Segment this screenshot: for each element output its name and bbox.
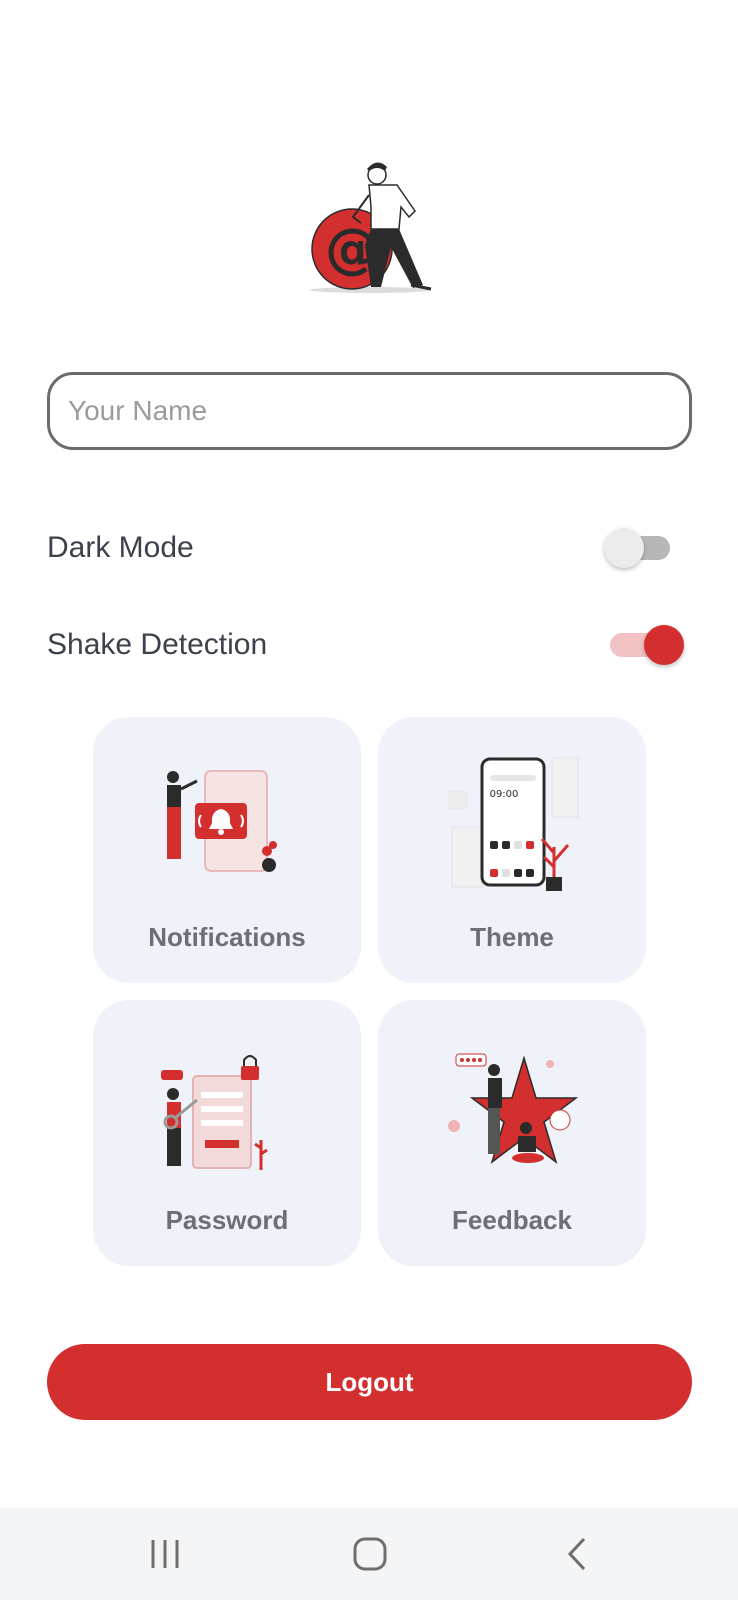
password-label: Password: [165, 1205, 289, 1235]
name-input[interactable]: [68, 395, 671, 427]
email-illustration: @: [310, 162, 432, 293]
theme-label: Theme: [470, 922, 554, 952]
shake-detection-toggle[interactable]: [604, 623, 684, 667]
password-illustration: [161, 1055, 268, 1170]
settings-screen: @ Dark Mode Shake Detection: [0, 0, 738, 1600]
feedback-illustration: [448, 1053, 579, 1164]
theme-illustration: 09:00: [448, 757, 579, 891]
dark-mode-label: Dark Mode: [47, 531, 194, 564]
theme-card[interactable]: 09:00 Theme: [378, 717, 646, 983]
feedback-label: Feedback: [452, 1205, 572, 1235]
shake-detection-row: Shake Detection: [47, 615, 692, 675]
dark-mode-row: Dark Mode: [47, 518, 692, 578]
shake-detection-label: Shake Detection: [47, 628, 268, 661]
name-field[interactable]: [47, 372, 692, 450]
system-navigation-bar: [0, 1508, 738, 1600]
feedback-card[interactable]: Feedback: [378, 1000, 646, 1266]
notifications-card[interactable]: Notifications: [93, 717, 361, 983]
home-icon[interactable]: [345, 1534, 395, 1574]
dark-mode-toggle[interactable]: [604, 526, 670, 570]
settings-grid: Notifications 09:00 Theme Password Feedb…: [93, 717, 646, 1267]
notifications-label: Notifications: [148, 922, 306, 952]
logout-button[interactable]: Logout: [47, 1344, 692, 1420]
svg-text:09:00: 09:00: [490, 789, 519, 800]
password-card[interactable]: Password: [93, 1000, 361, 1266]
notifications-illustration: [167, 770, 277, 872]
back-icon[interactable]: [552, 1534, 602, 1574]
recents-icon[interactable]: [140, 1534, 190, 1574]
